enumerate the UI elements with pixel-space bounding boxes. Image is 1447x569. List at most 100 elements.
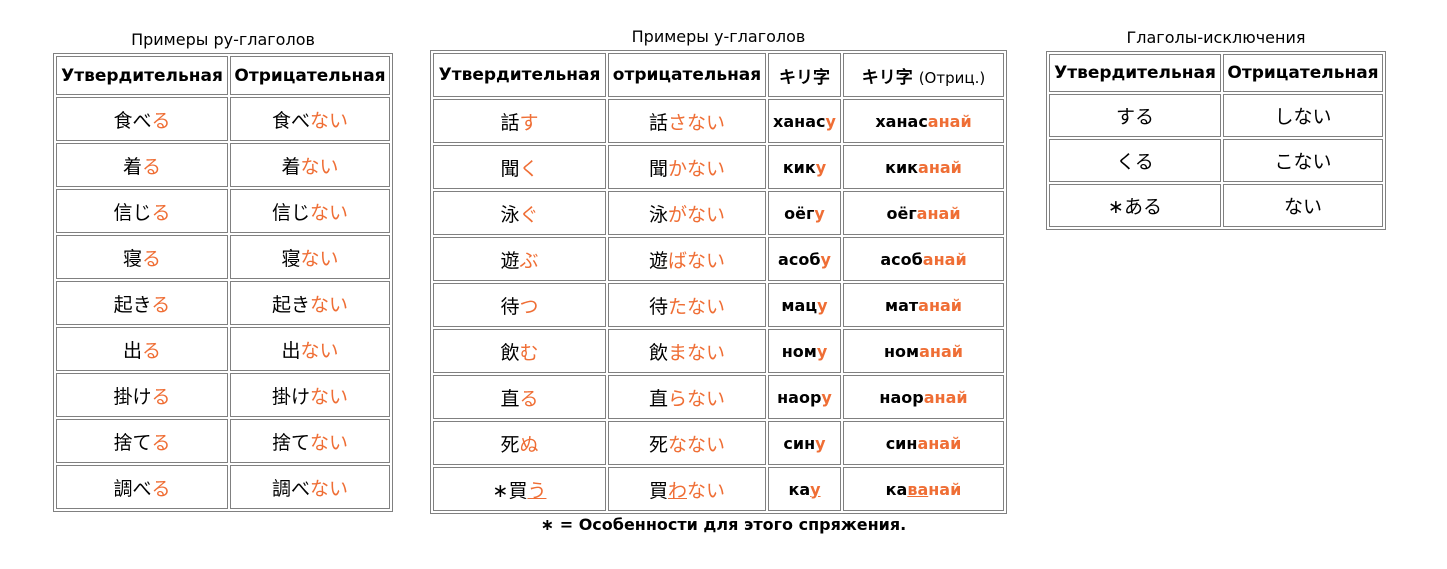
cyrillic-cell: мацу — [768, 283, 841, 327]
table-row: 泳ぐ 泳がない оёгу оёганай — [433, 191, 1004, 235]
negative-cell: 飲まない — [608, 329, 766, 373]
ru-verbs-caption: Примеры ру-глаголов — [131, 30, 315, 49]
table-row: 聞く 聞かない кику киканай — [433, 145, 1004, 189]
negative-cell: しない — [1223, 94, 1383, 137]
cyrillic-negative-cell: асобанай — [843, 237, 1004, 281]
col-cyrillic-negative: キリ字 (Отриц.) — [843, 53, 1004, 97]
cyrillic-cell: асобу — [768, 237, 841, 281]
negative-cell: 遊ばない — [608, 237, 766, 281]
table-row: くる こない — [1049, 139, 1383, 182]
table-row: 掛ける 掛けない — [56, 373, 390, 417]
negative-cell: 泳がない — [608, 191, 766, 235]
cyrillic-cell: ханасу — [768, 99, 841, 143]
affirmative-cell: ∗買う — [433, 467, 606, 511]
cyrillic-negative-cell: синанай — [843, 421, 1004, 465]
col-affirmative: Утвердительная — [433, 53, 606, 97]
affirmative-cell: 直る — [433, 375, 606, 419]
affirmative-cell: 食べる — [56, 97, 228, 141]
table-row: 食べる 食べない — [56, 97, 390, 141]
cyrillic-cell: наору — [768, 375, 841, 419]
table-row: 話す 話さない ханасу ханасанай — [433, 99, 1004, 143]
affirmative-cell: 話す — [433, 99, 606, 143]
negative-cell: 信じない — [230, 189, 390, 233]
cyrillic-negative-cell: оёганай — [843, 191, 1004, 235]
exception-verbs-table: Утвердительная Отрицательная する しない くる こ… — [1046, 51, 1386, 230]
col-negative: Отрицательная — [230, 56, 390, 95]
cyrillic-negative-cell: матанай — [843, 283, 1004, 327]
table-row: 調べる 調べない — [56, 465, 390, 509]
cyrillic-negative-cell: номанай — [843, 329, 1004, 373]
col-negative: Отрицательная — [1223, 54, 1383, 92]
affirmative-cell: 信じる — [56, 189, 228, 233]
negative-cell: 食べない — [230, 97, 390, 141]
negative-cell: 調べない — [230, 465, 390, 509]
col-negative: отрицательная — [608, 53, 766, 97]
u-verbs-caption: Примеры у-глаголов — [631, 27, 806, 46]
footnote: ∗ = Особенности для этого спряжения. — [0, 515, 1447, 534]
affirmative-cell: 調べる — [56, 465, 228, 509]
cyrillic-cell: кау — [768, 467, 841, 511]
table-row: 出る 出ない — [56, 327, 390, 371]
table-row: 待つ 待たない мацу матанай — [433, 283, 1004, 327]
affirmative-cell: 出る — [56, 327, 228, 371]
col-affirmative: Утвердительная — [56, 56, 228, 95]
cyrillic-negative-cell: каванай — [843, 467, 1004, 511]
negative-cell: 着ない — [230, 143, 390, 187]
table-row: 着る 着ない — [56, 143, 390, 187]
affirmative-cell: 掛ける — [56, 373, 228, 417]
cyrillic-negative-cell: киканай — [843, 145, 1004, 189]
table-row: 遊ぶ 遊ばない асобу асобанай — [433, 237, 1004, 281]
negative-cell: 捨てない — [230, 419, 390, 463]
affirmative-cell: ∗ある — [1049, 184, 1221, 227]
affirmative-cell: 捨てる — [56, 419, 228, 463]
table-row: 信じる 信じない — [56, 189, 390, 233]
ru-verbs-table: Утвердительная Отрицательная 食べる 食べない 着る… — [53, 53, 393, 512]
col-affirmative: Утвердительная — [1049, 54, 1221, 92]
affirmative-cell: 飲む — [433, 329, 606, 373]
cyrillic-negative-cell: ханасанай — [843, 99, 1004, 143]
negative-cell: 寝ない — [230, 235, 390, 279]
exception-verbs-block: Глаголы-исключения Утвердительная Отрица… — [1046, 28, 1386, 230]
affirmative-cell: 泳ぐ — [433, 191, 606, 235]
table-header-row: Утвердительная Отрицательная — [56, 56, 390, 95]
negative-cell: 直らない — [608, 375, 766, 419]
table-row: 死ぬ 死なない сину синанай — [433, 421, 1004, 465]
table-row: 直る 直らない наору наоранай — [433, 375, 1004, 419]
cyrillic-cell: ному — [768, 329, 841, 373]
table-row: ∗ある ない — [1049, 184, 1383, 227]
col-cyrillic: キリ字 — [768, 53, 841, 97]
negative-cell: ない — [1223, 184, 1383, 227]
negative-cell: 待たない — [608, 283, 766, 327]
table-header-row: Утвердительная отрицательная キリ字 キリ字 (От… — [433, 53, 1004, 97]
cyrillic-cell: оёгу — [768, 191, 841, 235]
affirmative-cell: くる — [1049, 139, 1221, 182]
table-header-row: Утвердительная Отрицательная — [1049, 54, 1383, 92]
table-row: 捨てる 捨てない — [56, 419, 390, 463]
u-verbs-table: Утвердительная отрицательная キリ字 キリ字 (От… — [430, 50, 1007, 514]
cyrillic-cell: кику — [768, 145, 841, 189]
table-row: 飲む 飲まない ному номанай — [433, 329, 1004, 373]
affirmative-cell: 着る — [56, 143, 228, 187]
negative-cell: 死なない — [608, 421, 766, 465]
table-row: 寝る 寝ない — [56, 235, 390, 279]
affirmative-cell: する — [1049, 94, 1221, 137]
table-row: 起きる 起きない — [56, 281, 390, 325]
cyrillic-cell: сину — [768, 421, 841, 465]
affirmative-cell: 寝る — [56, 235, 228, 279]
negative-cell: 買わない — [608, 467, 766, 511]
negative-cell: 聞かない — [608, 145, 766, 189]
affirmative-cell: 聞く — [433, 145, 606, 189]
affirmative-cell: 起きる — [56, 281, 228, 325]
table-row: ∗買う 買わない кау каванай — [433, 467, 1004, 511]
affirmative-cell: 遊ぶ — [433, 237, 606, 281]
affirmative-cell: 待つ — [433, 283, 606, 327]
footnote-text: ∗ = Особенности для этого спряжения. — [540, 515, 907, 534]
negative-cell: 掛けない — [230, 373, 390, 417]
affirmative-cell: 死ぬ — [433, 421, 606, 465]
table-row: する しない — [1049, 94, 1383, 137]
exception-verbs-caption: Глаголы-исключения — [1126, 28, 1306, 47]
negative-cell: 起きない — [230, 281, 390, 325]
u-verbs-block: Примеры у-глаголов Утвердительная отрица… — [430, 27, 1007, 514]
negative-cell: こない — [1223, 139, 1383, 182]
negative-cell: 話さない — [608, 99, 766, 143]
